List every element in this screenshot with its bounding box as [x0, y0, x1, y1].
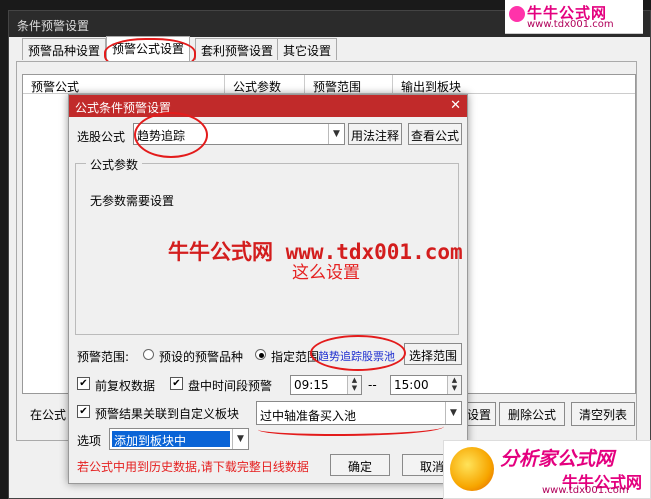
delete-formula-button[interactable]: 删除公式	[499, 402, 565, 426]
dialog-title: 公式条件预警设置	[69, 95, 467, 117]
chevron-down-icon[interactable]: ▼	[232, 429, 248, 449]
select-range-button[interactable]: 选择范围	[404, 343, 462, 365]
options-value: 添加到板块中	[112, 431, 230, 448]
options-combo[interactable]: 添加到板块中 ▼	[109, 428, 249, 450]
annotation-note: 这么设置	[292, 263, 360, 283]
logo-top-url: www.tdx001.com	[527, 19, 614, 30]
column-header-output[interactable]: 输出到板块	[393, 75, 635, 94]
checkbox-prev-adjust[interactable]: ✔	[77, 377, 90, 390]
logo-bottom-url: www.tdx001.com	[542, 485, 629, 496]
options-label: 选项	[77, 434, 102, 448]
checkbox-intraday[interactable]: ✔	[170, 377, 183, 390]
formula-label: 选股公式	[77, 130, 126, 144]
time-end-spinner[interactable]: ▲ ▼	[447, 376, 461, 394]
column-header-range[interactable]: 预警范围	[305, 75, 393, 94]
column-header-formula[interactable]: 预警公式	[23, 75, 225, 94]
prev-adjust-label: 前复权数据	[95, 379, 156, 393]
range-label: 预警范围:	[77, 350, 130, 364]
radio-specified-range[interactable]	[255, 349, 266, 360]
radio-preset-range[interactable]	[143, 349, 154, 360]
link-block-label: 预警结果关联到自定义板块	[95, 407, 240, 421]
params-text: 无参数需要设置	[90, 194, 175, 208]
column-header-params[interactable]: 公式参数	[225, 75, 305, 94]
annotation-ring-formula	[134, 112, 208, 158]
site-logo-bottom: 分析家公式网 牛牛公式网 www.tdx001.com	[443, 440, 651, 499]
outer-left-label: 在公式	[30, 408, 67, 422]
site-logo-top: 牛牛公式网 www.tdx001.com	[505, 0, 643, 34]
tab-arbitrage[interactable]: 套利预警设置	[195, 38, 280, 60]
close-icon[interactable]: ✕	[450, 98, 461, 113]
usage-notes-button[interactable]: 用法注释	[348, 123, 402, 145]
logo-flower-icon	[450, 447, 494, 491]
time-start-field[interactable]: 09:15 ▲ ▼	[290, 375, 362, 395]
time-start-spinner[interactable]: ▲ ▼	[347, 376, 361, 394]
logo-bottom-name-1: 分析家公式网	[500, 448, 615, 470]
logo-mark-icon	[509, 6, 525, 22]
tab-variety[interactable]: 预警品种设置	[22, 38, 107, 60]
ok-button[interactable]: 确定	[330, 454, 390, 476]
clear-list-button[interactable]: 清空列表	[571, 402, 635, 426]
time-end-value: 15:00	[394, 378, 429, 392]
intraday-label: 盘中时间段预警	[188, 379, 273, 393]
history-data-warning: 若公式中用到历史数据,请下载完整日线数据	[77, 460, 309, 474]
params-group-title: 公式参数	[86, 156, 143, 173]
annotation-ring-range	[310, 335, 406, 371]
time-separator: --	[368, 378, 377, 392]
time-start-value: 09:15	[294, 378, 329, 392]
view-formula-button[interactable]: 查看公式	[408, 123, 462, 145]
list-header: 预警公式 公式参数 预警范围 输出到板块	[23, 75, 635, 94]
radio-preset-range-label: 预设的预警品种	[159, 350, 244, 364]
tab-other[interactable]: 其它设置	[277, 38, 338, 60]
checkbox-link-block[interactable]: ✔	[77, 405, 90, 418]
chevron-down-icon[interactable]: ▼	[328, 124, 344, 144]
chevron-down-icon[interactable]: ▼	[445, 402, 461, 424]
time-end-field[interactable]: 15:00 ▲ ▼	[390, 375, 462, 395]
